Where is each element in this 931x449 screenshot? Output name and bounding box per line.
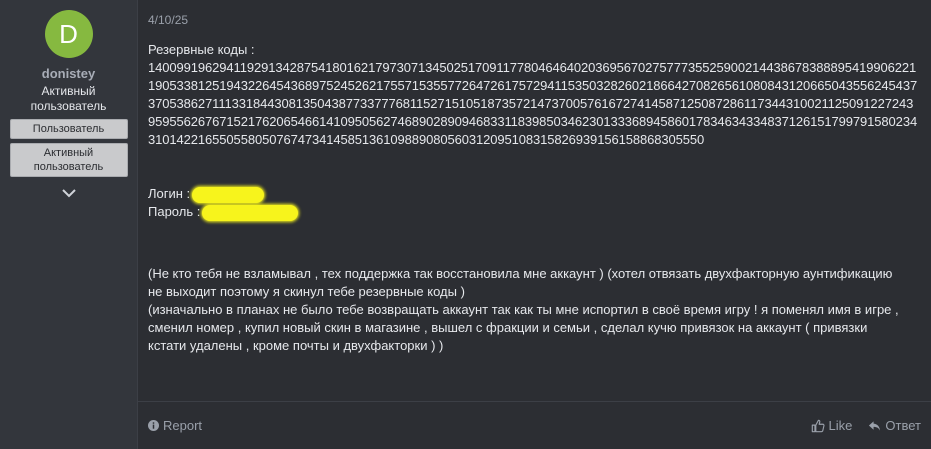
- reply-label: Ответ: [885, 418, 921, 433]
- login-redaction: [192, 186, 265, 203]
- password-label: Пароль :: [148, 204, 201, 219]
- login-label: Логин :: [148, 186, 191, 201]
- avatar[interactable]: D: [44, 10, 93, 58]
- like-button[interactable]: Like: [811, 418, 853, 433]
- user-banner-role: Пользователь: [9, 119, 128, 139]
- user-sidebar: D donistey Активный пользователь Пользов…: [0, 0, 138, 449]
- backup-codes: 1400991962941192913428754180162179730713…: [148, 60, 918, 147]
- expand-user-info-button[interactable]: [57, 185, 81, 201]
- password-row: Пароль :: [148, 203, 921, 221]
- password-redaction: [202, 204, 299, 221]
- username-link[interactable]: donistey: [42, 66, 95, 81]
- report-button[interactable]: Report: [148, 418, 202, 433]
- like-label: Like: [828, 418, 853, 433]
- post-main: 4/10/25 Резервные коды : 140099196294119…: [138, 0, 931, 449]
- chevron-down-icon: [61, 188, 76, 197]
- message-paragraph-1: (Не кто тебя не взламывал , тех поддержк…: [148, 266, 893, 299]
- user-banner-active: Активный пользователь: [9, 143, 128, 177]
- post-date-link[interactable]: 4/10/25: [148, 13, 188, 27]
- reply-button[interactable]: Ответ: [868, 418, 921, 433]
- message-paragraph-2: (изначально в планах не было тебе возвра…: [148, 302, 899, 353]
- info-circle-icon: [148, 420, 159, 431]
- report-label: Report: [163, 418, 203, 433]
- codes-label: Резервные коды :: [148, 42, 255, 57]
- login-row: Логин :: [148, 185, 921, 203]
- thumbs-up-icon: [811, 419, 825, 432]
- user-title: Активный пользователь: [30, 84, 107, 113]
- reply-arrow-icon: [869, 420, 881, 431]
- forum-post: D donistey Активный пользователь Пользов…: [0, 0, 931, 449]
- post-footer: Report Like Ответ: [138, 401, 931, 449]
- post-body: Резервные коды : 14009919629411929134287…: [148, 41, 921, 355]
